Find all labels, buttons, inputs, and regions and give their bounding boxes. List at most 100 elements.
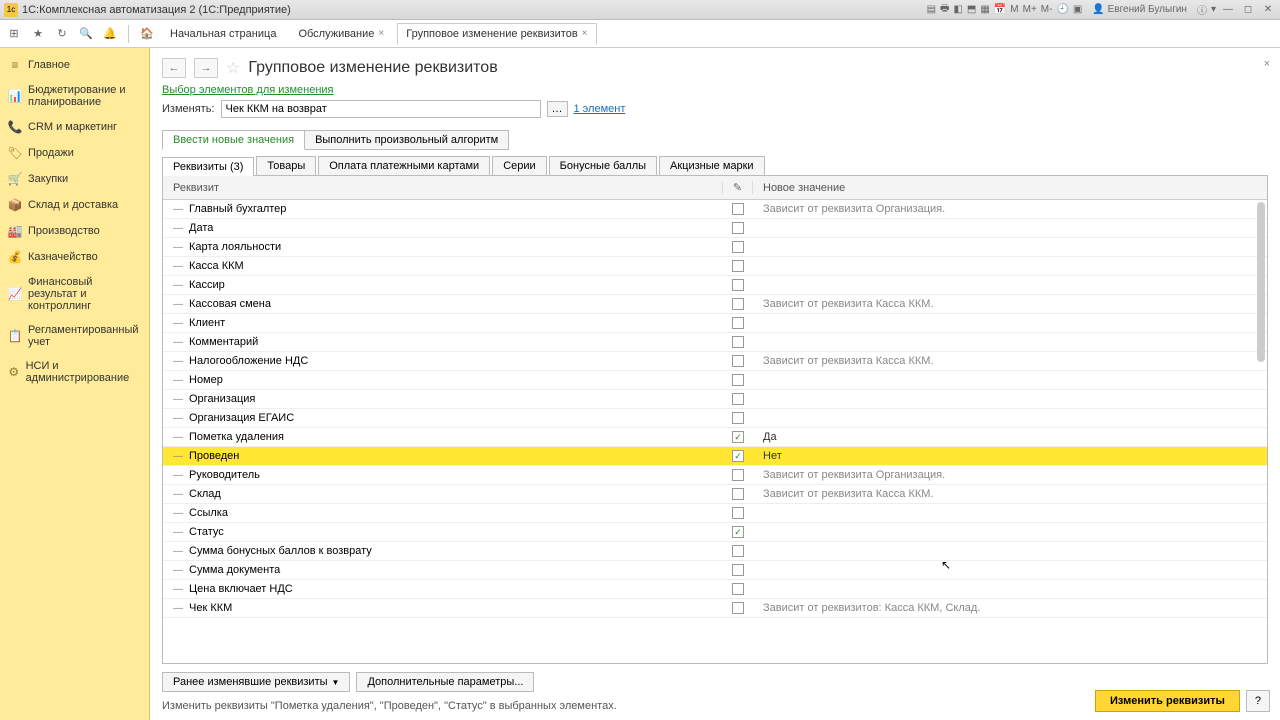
table-row[interactable]: —РуководительЗависит от реквизита Органи… xyxy=(163,466,1267,485)
history-icon[interactable]: ↻ xyxy=(52,24,72,44)
inner-tab[interactable]: Реквизиты (3) xyxy=(162,157,254,176)
table-row[interactable]: —Пометка удаления✓Да xyxy=(163,428,1267,447)
tray-icon[interactable]: 🖶 xyxy=(940,1,949,18)
checkbox[interactable] xyxy=(732,507,744,519)
tray-icon[interactable]: ◧ xyxy=(953,4,962,15)
inner-tab[interactable]: Серии xyxy=(492,156,546,175)
tray-icon[interactable]: ▣ xyxy=(1073,4,1082,15)
checkbox[interactable] xyxy=(732,203,744,215)
sidebar-item[interactable]: 📊Бюджетирование и планирование xyxy=(0,78,149,114)
table-row[interactable]: —Проведен✓Нет xyxy=(163,447,1267,466)
search-icon[interactable]: 🔍 xyxy=(76,24,96,44)
close-icon[interactable]: × xyxy=(378,28,384,39)
close-icon[interactable]: × xyxy=(582,28,588,39)
checkbox[interactable]: ✓ xyxy=(732,431,744,443)
scrollbar[interactable] xyxy=(1257,202,1265,362)
tab-service[interactable]: Обслуживание× xyxy=(289,23,393,45)
sidebar-item[interactable]: 📞CRM и маркетинг xyxy=(0,114,149,140)
checkbox[interactable] xyxy=(732,393,744,405)
table-row[interactable]: —Организация xyxy=(163,390,1267,409)
tray-icon[interactable]: 🕘 xyxy=(1056,4,1068,15)
forward-button[interactable]: → xyxy=(194,58,218,78)
col-header-value[interactable]: Новое значение xyxy=(753,182,1267,194)
checkbox[interactable] xyxy=(732,583,744,595)
maximize-button[interactable]: ◻ xyxy=(1240,4,1256,15)
table-row[interactable]: —Сумма бонусных баллов к возврату xyxy=(163,542,1267,561)
checkbox[interactable] xyxy=(732,241,744,253)
sidebar-item[interactable]: 💰Казначейство xyxy=(0,244,149,270)
checkbox[interactable] xyxy=(732,412,744,424)
tray-icon[interactable]: ⬒ xyxy=(967,4,976,15)
sidebar-item[interactable]: 🛒Закупки xyxy=(0,166,149,192)
col-header-name[interactable]: Реквизит xyxy=(163,182,723,194)
tray-icon[interactable]: M- xyxy=(1041,4,1053,15)
table-row[interactable]: —Комментарий xyxy=(163,333,1267,352)
table-row[interactable]: —Клиент xyxy=(163,314,1267,333)
close-page-icon[interactable]: × xyxy=(1264,58,1270,70)
extra-params-button[interactable]: Дополнительные параметры... xyxy=(356,672,534,692)
checkbox[interactable] xyxy=(732,564,744,576)
tab-group-change[interactable]: Групповое изменение реквизитов× xyxy=(397,23,596,45)
tray-icon[interactable]: ▤ xyxy=(927,4,936,15)
checkbox[interactable]: ✓ xyxy=(732,450,744,462)
checkbox[interactable]: ✓ xyxy=(732,526,744,538)
table-row[interactable]: —Кассир xyxy=(163,276,1267,295)
apply-button[interactable]: Изменить реквизиты xyxy=(1095,690,1240,712)
sidebar-item[interactable]: ≡Главное xyxy=(0,52,149,78)
prev-changed-button[interactable]: Ранее изменявшие реквизиты▼ xyxy=(162,672,350,692)
tray-icon[interactable]: M xyxy=(1010,4,1018,15)
table-row[interactable]: —Касса ККМ xyxy=(163,257,1267,276)
inner-tab[interactable]: Товары xyxy=(256,156,316,175)
home-icon[interactable]: 🏠 xyxy=(137,24,157,44)
col-header-edit[interactable]: ✎ xyxy=(723,181,753,194)
table-row[interactable]: —Цена включает НДС xyxy=(163,580,1267,599)
table-row[interactable]: —Номер xyxy=(163,371,1267,390)
sidebar-item[interactable]: 🏭Производство xyxy=(0,218,149,244)
back-button[interactable]: ← xyxy=(162,58,186,78)
table-row[interactable]: —Дата xyxy=(163,219,1267,238)
select-elements-link[interactable]: Выбор элементов для изменения xyxy=(162,84,334,96)
checkbox[interactable] xyxy=(732,260,744,272)
checkbox[interactable] xyxy=(732,374,744,386)
count-link[interactable]: 1 элемент xyxy=(574,103,626,115)
sidebar-item[interactable]: 📦Склад и доставка xyxy=(0,192,149,218)
table-row[interactable]: —Ссылка xyxy=(163,504,1267,523)
checkbox[interactable] xyxy=(732,545,744,557)
table-row[interactable]: —Кассовая сменаЗависит от реквизита Касс… xyxy=(163,295,1267,314)
table-row[interactable]: —Статус✓ xyxy=(163,523,1267,542)
checkbox[interactable] xyxy=(732,602,744,614)
user-label[interactable]: 👤 Евгений Булыгин xyxy=(1092,4,1187,15)
table-row[interactable]: —Чек ККМЗависит от реквизитов: Касса ККМ… xyxy=(163,599,1267,618)
tray-icon[interactable]: ▦ xyxy=(980,4,989,15)
help-button[interactable]: ? xyxy=(1246,690,1270,712)
inner-tab[interactable]: Оплата платежными картами xyxy=(318,156,490,175)
checkbox[interactable] xyxy=(732,317,744,329)
star-icon[interactable]: ★ xyxy=(28,24,48,44)
checkbox[interactable] xyxy=(732,279,744,291)
sidebar-item[interactable]: 🏷Продажи xyxy=(0,140,149,166)
table-row[interactable]: —СкладЗависит от реквизита Касса ККМ. xyxy=(163,485,1267,504)
table-row[interactable]: —Главный бухгалтерЗависит от реквизита О… xyxy=(163,200,1267,219)
apps-icon[interactable]: ⊞ xyxy=(4,24,24,44)
close-button[interactable]: ✕ xyxy=(1260,4,1276,15)
mode-tab-values[interactable]: Ввести новые значения xyxy=(162,130,305,150)
dropdown-icon[interactable]: ▾ xyxy=(1211,4,1216,15)
checkbox[interactable] xyxy=(732,355,744,367)
inner-tab[interactable]: Бонусные баллы xyxy=(549,156,657,175)
table-row[interactable]: —Организация ЕГАИС xyxy=(163,409,1267,428)
sidebar-item[interactable]: 📋Регламентированный учет xyxy=(0,318,149,354)
sidebar-item[interactable]: ⚙НСИ и администрирование xyxy=(0,354,149,390)
mode-tab-algorithm[interactable]: Выполнить произвольный алгоритм xyxy=(304,130,509,150)
select-button[interactable]: … xyxy=(547,101,568,117)
checkbox[interactable] xyxy=(732,488,744,500)
checkbox[interactable] xyxy=(732,222,744,234)
sidebar-item[interactable]: 📈Финансовый результат и контроллинг xyxy=(0,270,149,318)
bell-icon[interactable]: 🔔 xyxy=(100,24,120,44)
minimize-button[interactable]: — xyxy=(1220,4,1236,15)
inner-tab[interactable]: Акцизные марки xyxy=(659,156,765,175)
info-icon[interactable]: ⓘ xyxy=(1197,2,1207,17)
table-row[interactable]: —Сумма документа xyxy=(163,561,1267,580)
checkbox[interactable] xyxy=(732,336,744,348)
tray-icon[interactable]: 📅 xyxy=(994,4,1006,15)
checkbox[interactable] xyxy=(732,469,744,481)
